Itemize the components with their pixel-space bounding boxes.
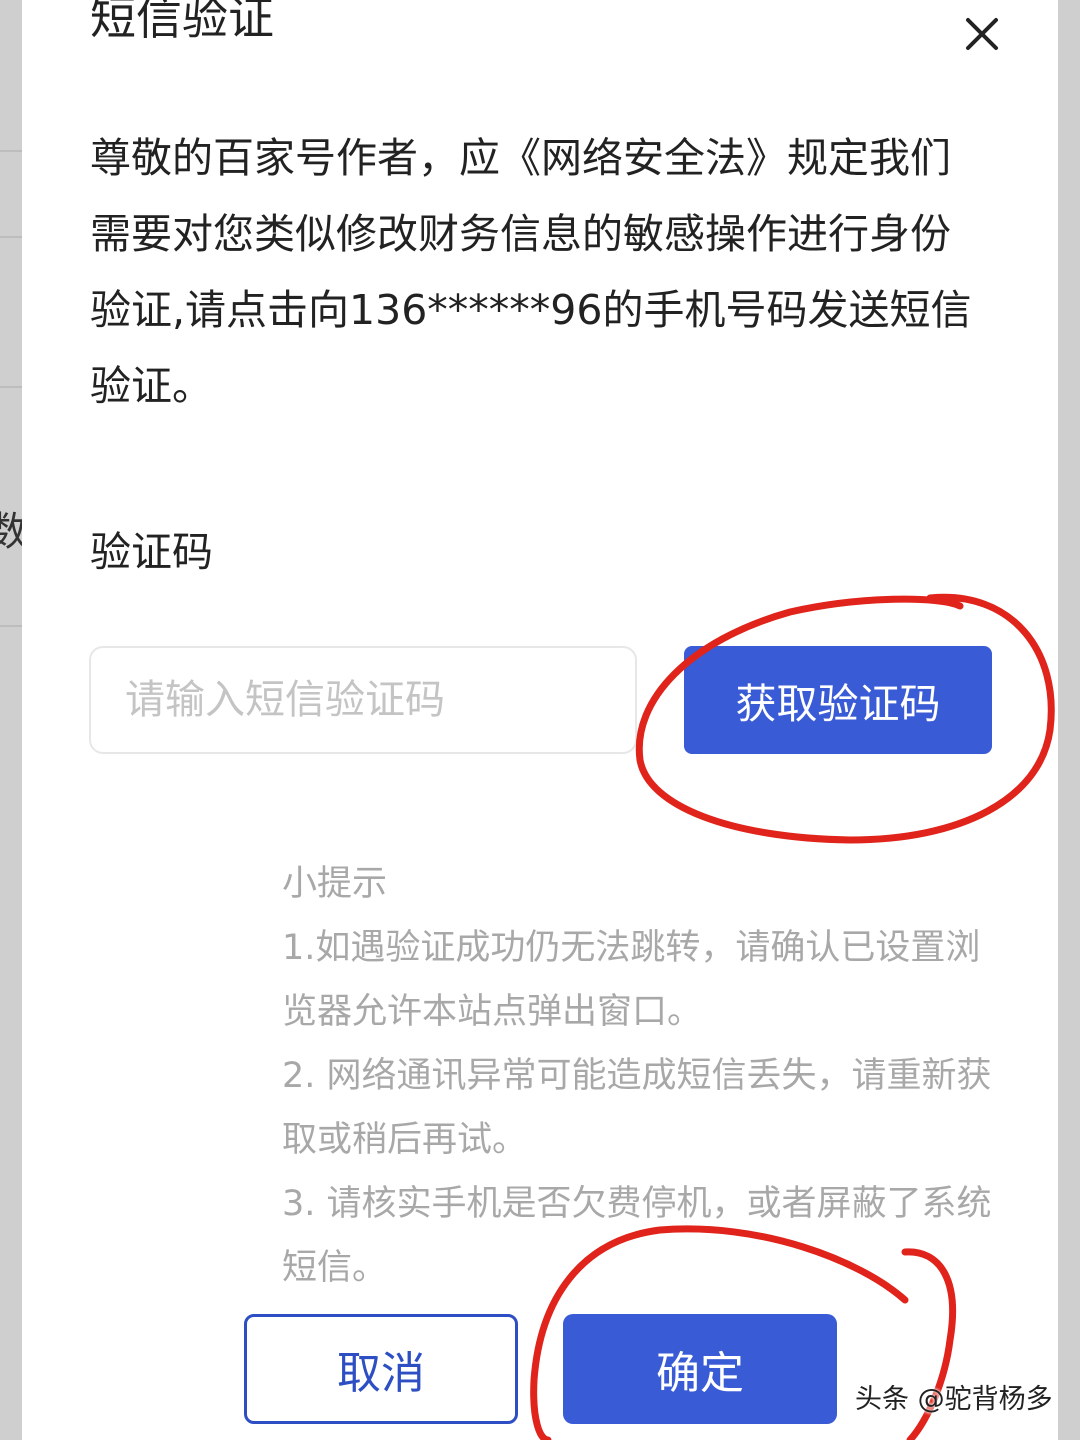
- tip-item: 1.如遇验证成功仍无法跳转，请确认已设置浏览器允许本站点弹出窗口。: [282, 928, 981, 1032]
- background-page: 数: [0, 0, 28, 1440]
- confirm-button[interactable]: 确定: [563, 1314, 837, 1424]
- background-divider: [0, 625, 22, 627]
- sms-code-input[interactable]: [89, 646, 637, 754]
- sms-verification-dialog: 短信验证 尊敬的百家号作者，应《网络安全法》规定我们需要对您类似修改财务信息的敏…: [22, 0, 1058, 1440]
- background-divider: [0, 236, 22, 238]
- get-code-button[interactable]: 获取验证码: [684, 646, 992, 754]
- close-icon: [966, 18, 998, 50]
- background-divider: [0, 386, 22, 388]
- watermark: 头条 @驼背杨多: [855, 1384, 1053, 1415]
- tip-item: 2. 网络通讯异常可能造成短信丢失，请重新获取或稍后再试。: [282, 1056, 992, 1160]
- background-page-right: [1058, 0, 1080, 1440]
- code-label: 验证码: [90, 528, 213, 576]
- tips-heading: 小提示: [282, 864, 388, 904]
- tips-section: 小提示 1.如遇验证成功仍无法跳转，请确认已设置浏览器允许本站点弹出窗口。 2.…: [282, 852, 1002, 1300]
- dialog-title: 短信验证: [90, 0, 274, 45]
- cancel-button[interactable]: 取消: [244, 1314, 518, 1424]
- close-button[interactable]: [958, 10, 1006, 58]
- background-divider: [0, 150, 22, 152]
- tip-item: 3. 请核实手机是否欠费停机，或者屏蔽了系统短信。: [282, 1184, 992, 1288]
- verification-description: 尊敬的百家号作者，应《网络安全法》规定我们需要对您类似修改财务信息的敏感操作进行…: [90, 134, 972, 410]
